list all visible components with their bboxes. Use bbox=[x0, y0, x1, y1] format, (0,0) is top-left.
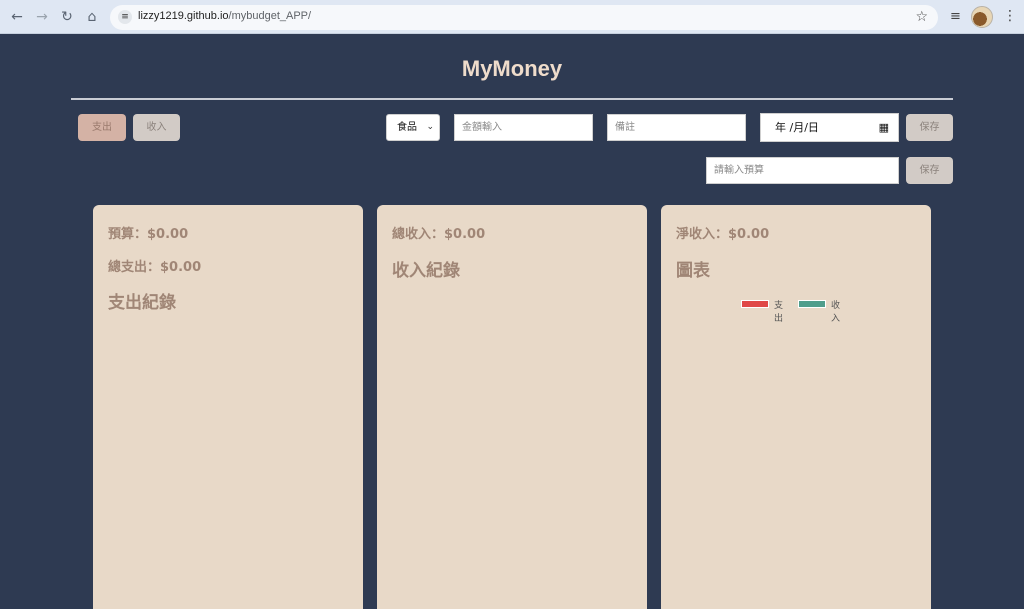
browser-toolbar: ← → ↻ ⌂ ≡ lizzy1219.github.io/mybudget_A… bbox=[0, 0, 1024, 34]
income-tab-button[interactable]: 收入 bbox=[133, 114, 180, 141]
forward-icon[interactable]: → bbox=[33, 8, 51, 26]
address-bar[interactable]: ≡ lizzy1219.github.io/mybudget_APP/ ☆ bbox=[110, 5, 938, 30]
profile-avatar[interactable] bbox=[971, 6, 993, 28]
legend-expense-swatch[interactable] bbox=[741, 300, 769, 308]
income-card: 總收入：$0.00 收入紀錄 bbox=[377, 205, 647, 609]
chart-card: 淨收入：$0.00 圖表 支出 收入 bbox=[661, 205, 931, 609]
site-info-icon[interactable]: ≡ bbox=[118, 10, 132, 24]
budget-value: 預算：$0.00 bbox=[108, 227, 189, 242]
url-path: /mybudget_APP/ bbox=[228, 10, 312, 22]
expense-card: 預算：$0.00 總支出：$0.00 支出紀錄 bbox=[93, 205, 363, 609]
category-select[interactable]: 食品 ⌄ bbox=[386, 114, 440, 141]
income-records-heading: 收入紀錄 bbox=[392, 261, 460, 281]
reading-list-icon[interactable]: ≡ bbox=[950, 9, 961, 24]
date-input[interactable]: 年 /月/日 ▦ bbox=[760, 113, 899, 142]
back-icon[interactable]: ← bbox=[8, 8, 26, 26]
bookmark-star-icon[interactable]: ☆ bbox=[915, 9, 928, 25]
date-placeholder: 年 /月/日 bbox=[775, 121, 819, 134]
note-input[interactable]: 備註 bbox=[607, 114, 746, 141]
legend-income-swatch[interactable] bbox=[798, 300, 826, 308]
chart-heading: 圖表 bbox=[676, 261, 710, 281]
legend-expense-label[interactable]: 支出 bbox=[774, 298, 783, 324]
title-divider bbox=[71, 98, 953, 100]
total-expense-value: 總支出：$0.00 bbox=[108, 260, 202, 275]
reload-icon[interactable]: ↻ bbox=[58, 8, 76, 26]
net-income-value: 淨收入：$0.00 bbox=[676, 227, 770, 242]
category-selected-value: 食品 bbox=[397, 122, 417, 133]
save-budget-button[interactable]: 保存 bbox=[906, 157, 953, 184]
url-host: lizzy1219.github.io bbox=[138, 10, 229, 22]
calendar-icon[interactable]: ▦ bbox=[879, 114, 889, 141]
total-income-value: 總收入：$0.00 bbox=[392, 227, 486, 242]
chevron-down-icon: ⌄ bbox=[426, 122, 434, 132]
expense-records-heading: 支出紀錄 bbox=[108, 293, 176, 313]
legend-income-label[interactable]: 收入 bbox=[831, 298, 840, 324]
budget-input[interactable]: 請輸入預算 bbox=[706, 157, 899, 184]
browser-menu-icon[interactable]: ⋮ bbox=[1003, 8, 1017, 24]
amount-input[interactable]: 金額輸入 bbox=[454, 114, 593, 141]
page-title: MyMoney bbox=[461, 56, 563, 81]
expense-tab-button[interactable]: 支出 bbox=[78, 114, 126, 141]
home-icon[interactable]: ⌂ bbox=[83, 8, 101, 26]
url-text: lizzy1219.github.io/mybudget_APP/ bbox=[138, 10, 311, 22]
save-button[interactable]: 保存 bbox=[906, 114, 953, 141]
